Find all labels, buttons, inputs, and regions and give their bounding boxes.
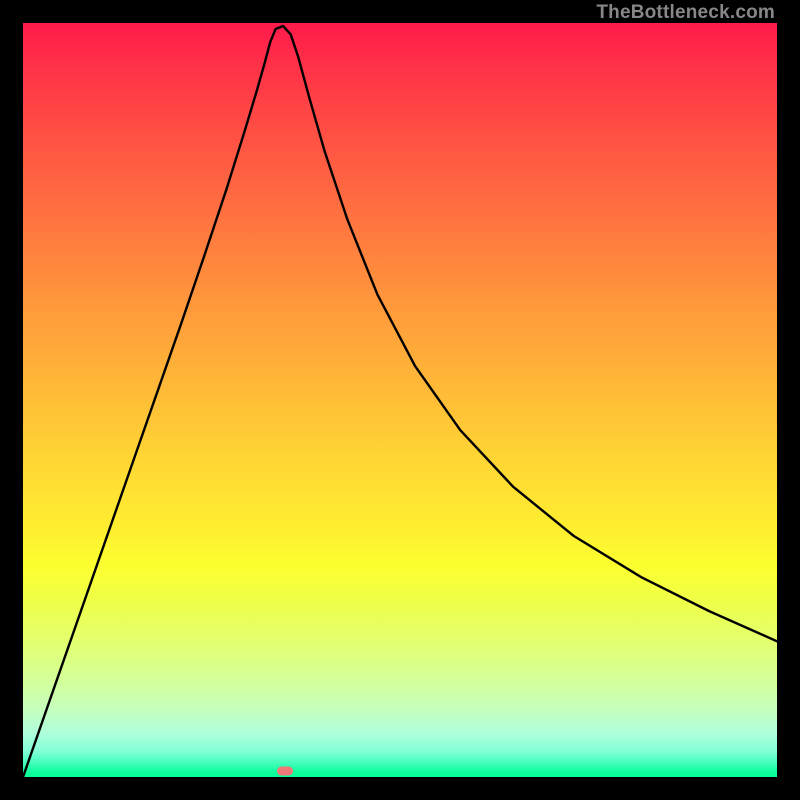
chart-marker xyxy=(277,766,293,775)
watermark-text: TheBottleneck.com xyxy=(596,2,775,24)
chart-curve xyxy=(23,23,777,777)
chart-frame xyxy=(23,23,777,777)
